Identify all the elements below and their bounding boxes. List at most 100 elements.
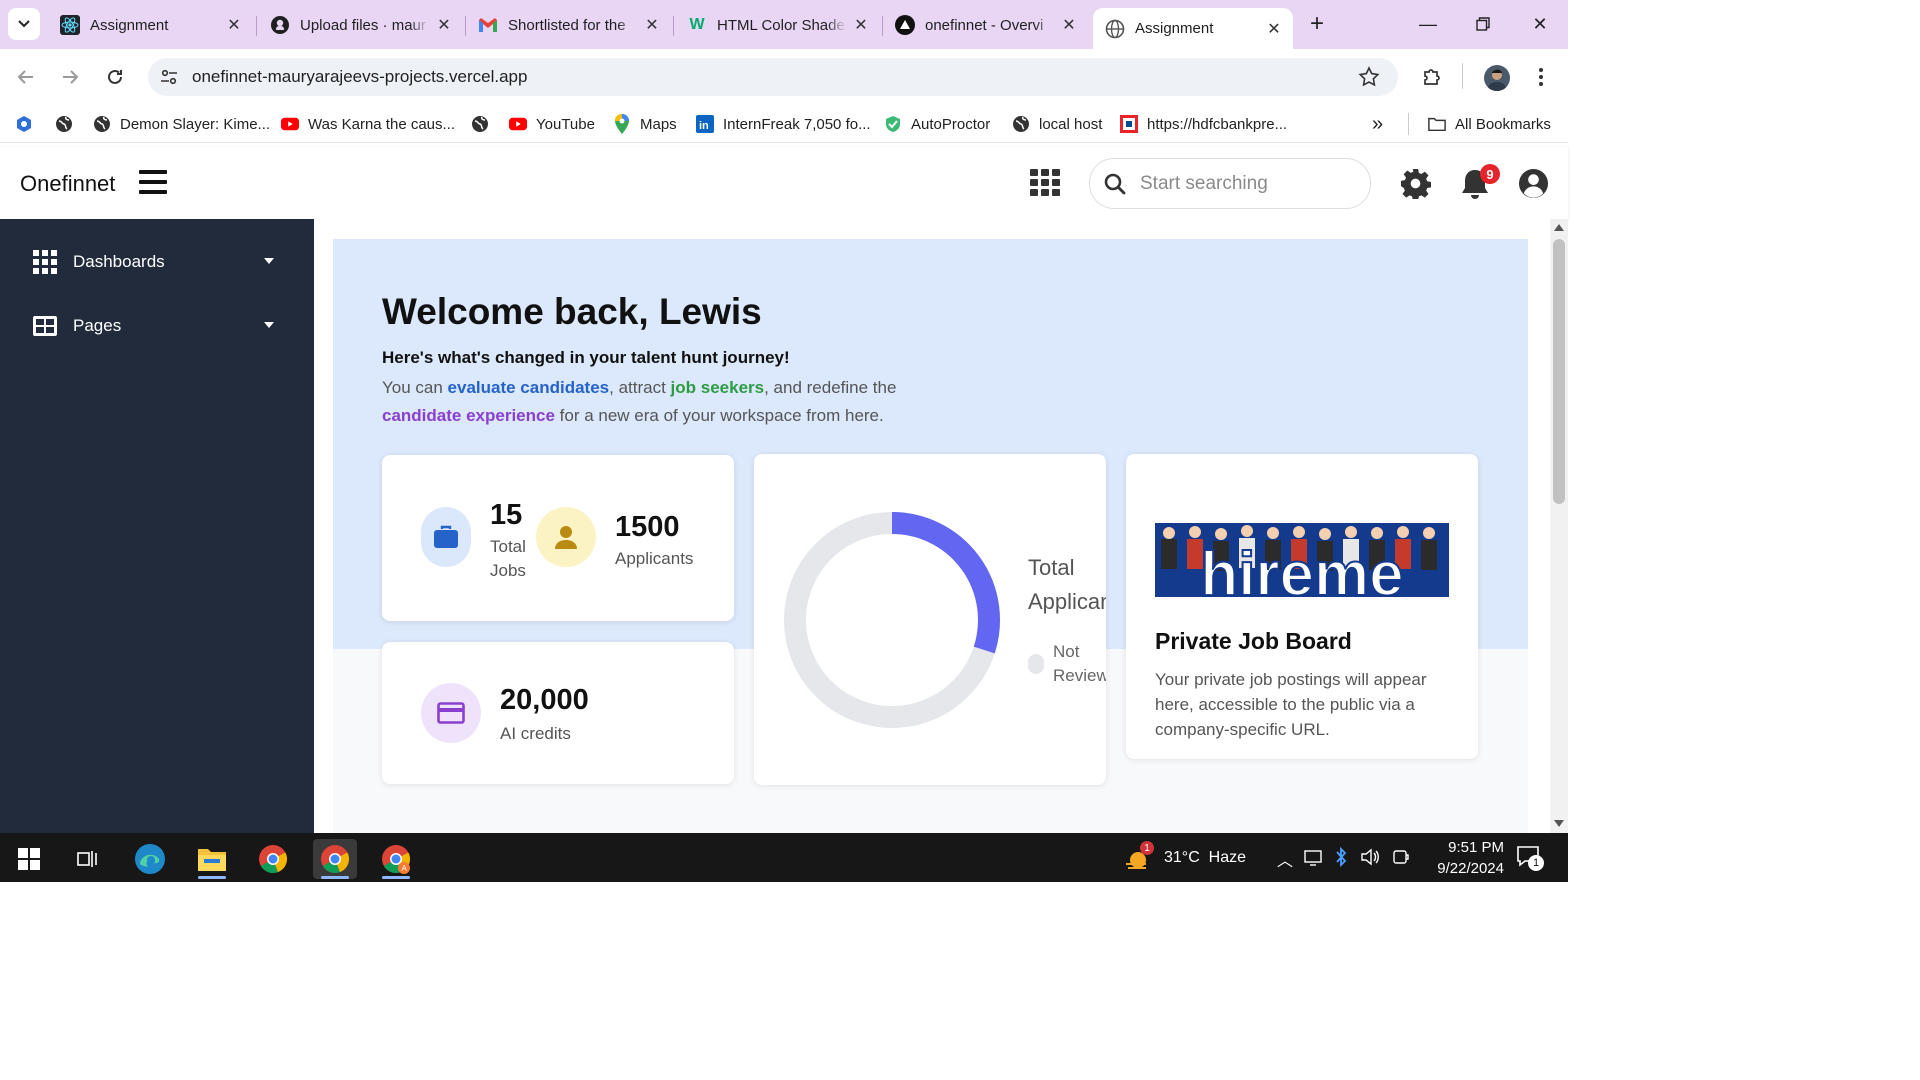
bookmark-item[interactable] — [55, 112, 82, 136]
new-tab-button[interactable]: + — [1297, 8, 1337, 40]
close-icon[interactable]: ✕ — [643, 15, 661, 35]
arrow-right-icon — [63, 70, 79, 84]
browser-tab[interactable]: W HTML Color Shade ✕ — [675, 8, 880, 42]
credit-card-icon — [437, 702, 465, 724]
volume-icon[interactable] — [1360, 848, 1380, 866]
all-bookmarks-button[interactable]: All Bookmarks — [1428, 112, 1551, 136]
hamburger-menu-button[interactable] — [139, 169, 167, 195]
briefcase-icon — [434, 525, 458, 548]
search-icon — [1104, 173, 1126, 194]
chevron-down-icon — [18, 20, 30, 28]
task-view-button[interactable] — [66, 839, 110, 879]
user-account-button[interactable] — [1518, 168, 1549, 204]
evaluate-candidates-link[interactable]: evaluate candidates — [448, 378, 610, 397]
notification-badge: 9 — [1480, 164, 1500, 184]
close-icon[interactable]: ✕ — [435, 15, 453, 35]
browser-tab-active[interactable]: Assignment ✕ — [1093, 8, 1293, 49]
clock[interactable]: 9:51 PM 9/22/2024 — [1418, 837, 1504, 879]
stats-card: 15 Total Jobs 1500 Applicants — [382, 455, 734, 621]
chrome-app[interactable] — [251, 839, 295, 879]
close-icon[interactable]: ✕ — [1265, 19, 1283, 39]
page-scrollbar[interactable] — [1550, 219, 1568, 833]
more-bookmarks-button[interactable]: » — [1372, 112, 1383, 136]
bookmark-item[interactable]: Was Karna the caus... — [281, 112, 455, 136]
bookmark-label: YouTube — [536, 115, 595, 133]
legend-label: Not Reviewed — [1053, 642, 1106, 685]
url-text[interactable]: onefinnet-mauryarajeevs-projects.vercel.… — [192, 67, 527, 87]
extensions-button[interactable] — [1416, 61, 1448, 93]
battery-icon[interactable] — [1392, 848, 1410, 866]
show-hidden-icons-button[interactable]: ︿ — [1277, 847, 1293, 871]
file-explorer-app[interactable] — [190, 839, 234, 879]
chrome-icon — [321, 845, 350, 874]
reload-button[interactable] — [99, 61, 131, 93]
sidebar-item-pages[interactable]: Pages — [32, 309, 282, 343]
weather-text: 31°C Haze — [1164, 849, 1246, 866]
close-icon[interactable]: ✕ — [1060, 15, 1078, 35]
globe-icon — [93, 115, 111, 133]
hireme-banner-text: hireme — [1200, 540, 1403, 597]
scrollbar-thumb[interactable] — [1553, 239, 1565, 504]
close-icon[interactable]: ✕ — [852, 15, 870, 35]
legend-swatch — [1028, 654, 1044, 674]
bookmark-item[interactable]: AutoProctor — [884, 112, 990, 136]
tab-search-button[interactable] — [8, 8, 40, 40]
close-window-button[interactable]: ✕ — [1520, 8, 1560, 40]
chrome-icon — [259, 845, 288, 874]
settings-button[interactable] — [1400, 168, 1432, 204]
bluetooth-icon[interactable] — [1334, 847, 1348, 867]
bookmark-star-icon[interactable] — [1358, 66, 1380, 93]
brand-logo[interactable]: Onefinnet — [20, 171, 115, 197]
forward-button[interactable] — [54, 61, 86, 93]
desc-text: for a new era of your workspace from her… — [554, 406, 884, 425]
table-icon — [33, 316, 57, 336]
restore-button[interactable] — [1463, 8, 1503, 40]
bookmark-label: https://hdfcbankpre... — [1147, 115, 1288, 133]
bookmark-item[interactable] — [15, 112, 42, 136]
minimize-button[interactable]: — — [1408, 8, 1448, 40]
chrome-profile-app[interactable] — [313, 839, 357, 879]
bookmark-item[interactable] — [471, 112, 498, 136]
tab-title: Assignment — [1135, 20, 1214, 37]
bookmark-label: local host — [1039, 115, 1103, 133]
notification-center-button[interactable]: 1 — [1516, 845, 1544, 872]
browser-tab[interactable]: Assignment ✕ — [48, 8, 253, 42]
address-bar[interactable]: onefinnet-mauryarajeevs-projects.vercel.… — [148, 58, 1398, 96]
network-icon[interactable] — [1304, 848, 1322, 866]
chrome-profile-app[interactable]: A — [374, 839, 418, 879]
site-settings-icon[interactable] — [160, 68, 178, 91]
svg-text:in: in — [699, 120, 709, 132]
sidebar-item-dashboards[interactable]: Dashboards — [32, 245, 282, 279]
search-input[interactable] — [1140, 172, 1340, 195]
bookmark-item[interactable]: YouTube — [509, 112, 595, 136]
profile-avatar[interactable] — [1484, 65, 1510, 91]
bookmark-item[interactable]: https://hdfcbankpre... — [1120, 112, 1287, 136]
applicants-label: Applicants — [615, 549, 694, 568]
browser-tab[interactable]: Upload files · maur ✕ — [258, 8, 463, 42]
linkedin-icon: in — [696, 115, 714, 133]
restore-icon — [1476, 17, 1490, 31]
job-seekers-link[interactable]: job seekers — [671, 378, 765, 397]
browser-tab[interactable]: Shortlisted for the ✕ — [466, 8, 671, 42]
reload-icon — [108, 69, 122, 84]
notifications-button[interactable]: 9 — [1460, 164, 1500, 200]
ai-credits-label: AI credits — [500, 724, 571, 743]
puzzle-icon — [1424, 69, 1440, 85]
scroll-down-arrow[interactable] — [1554, 820, 1564, 827]
back-button[interactable] — [10, 61, 42, 93]
weather-widget[interactable]: 1 31°C Haze — [1124, 841, 1246, 873]
browser-menu-button[interactable] — [1525, 61, 1557, 93]
scroll-up-arrow[interactable] — [1554, 224, 1564, 231]
search-box[interactable] — [1089, 158, 1371, 209]
candidate-experience-link[interactable]: candidate experience — [382, 406, 555, 425]
browser-tab[interactable]: onefinnet - Overvi ✕ — [883, 8, 1088, 42]
ai-credits-card: 20,000 AI credits — [382, 642, 734, 784]
bookmark-item[interactable]: Maps — [613, 112, 677, 136]
close-icon[interactable]: ✕ — [225, 15, 243, 35]
bookmark-item[interactable]: in InternFreak 7,050 fo... — [696, 112, 871, 136]
bookmark-item[interactable]: local host — [1012, 112, 1102, 136]
start-button[interactable] — [7, 839, 51, 879]
edge-app[interactable] — [128, 839, 172, 879]
apps-grid-button[interactable] — [1030, 169, 1060, 202]
bookmark-item[interactable]: Demon Slayer: Kime... — [93, 112, 270, 136]
